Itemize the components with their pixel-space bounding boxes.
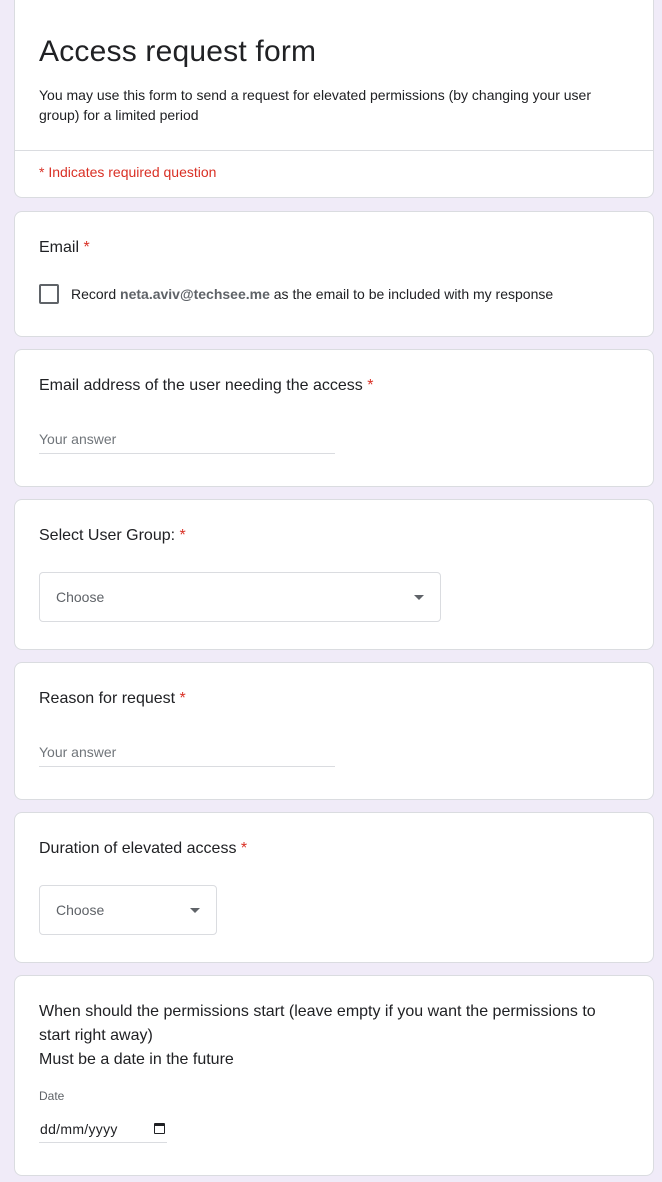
question-user-email-card: Email address of the user needing the ac… (14, 349, 654, 487)
checkbox-prefix: Record (71, 286, 117, 302)
question-title: Email address of the user needing the ac… (39, 374, 373, 398)
checkbox-suffix: as the email to be included with my resp… (273, 286, 554, 302)
question-reason-card: Reason for request * (14, 662, 654, 800)
question-title-text: Select User Group: (39, 527, 176, 544)
reason-input[interactable] (39, 737, 335, 767)
record-email-checkbox[interactable] (39, 284, 59, 304)
duration-selected: Choose (56, 902, 105, 918)
question-title: Email * (39, 236, 90, 260)
question-title: Duration of elevated access * (39, 837, 247, 861)
calendar-icon[interactable] (154, 1123, 165, 1134)
date-placeholder: dd/mm/yyyy (40, 1120, 118, 1137)
required-asterisk: * (240, 840, 248, 857)
required-note: * Indicates required question (39, 164, 217, 180)
record-email-checkbox-row[interactable]: Record neta.aviv@techsee.me as the email… (39, 284, 553, 304)
required-asterisk: * (367, 377, 374, 394)
question-title-text: When should the permissions start (leave… (39, 1003, 596, 1044)
question-subtitle: Must be a date in the future (39, 1051, 234, 1068)
dropdown-arrow-icon (414, 594, 424, 600)
required-asterisk: * (179, 527, 186, 544)
user-email-input[interactable] (39, 424, 335, 454)
question-title: Select User Group: * (39, 524, 186, 548)
form-header-card: Access request form You may use this for… (14, 0, 654, 198)
date-label: Date (39, 1089, 65, 1103)
question-start-date-card: When should the permissions start (leave… (14, 975, 654, 1176)
required-asterisk: * (83, 239, 90, 256)
account-email: neta.aviv@techsee.me (120, 286, 270, 302)
question-duration-card: Duration of elevated access * Choose (14, 812, 654, 963)
duration-dropdown[interactable]: Choose (39, 885, 217, 935)
question-email-card: Email * Record neta.aviv@techsee.me as t… (14, 211, 654, 337)
start-date-input[interactable]: dd/mm/yyyy (39, 1115, 167, 1143)
question-title: Reason for request * (39, 687, 186, 711)
question-user-group-card: Select User Group: * Choose (14, 499, 654, 650)
question-title: When should the permissions start (leave… (39, 1000, 629, 1072)
header-divider (15, 150, 653, 151)
question-title-text: Email (39, 239, 80, 256)
user-group-selected: Choose (56, 589, 105, 605)
user-group-dropdown[interactable]: Choose (39, 572, 441, 622)
dropdown-arrow-icon (190, 907, 200, 913)
question-title-text: Duration of elevated access (39, 840, 237, 857)
form-title: Access request form (39, 35, 317, 68)
form-page: Access request form You may use this for… (0, 0, 662, 1182)
required-asterisk: * (179, 690, 186, 707)
checkbox-label: Record neta.aviv@techsee.me as the email… (71, 286, 553, 302)
question-title-text: Reason for request (39, 690, 176, 707)
question-title-text: Email address of the user needing the ac… (39, 377, 363, 394)
form-description: You may use this form to send a request … (39, 87, 591, 123)
